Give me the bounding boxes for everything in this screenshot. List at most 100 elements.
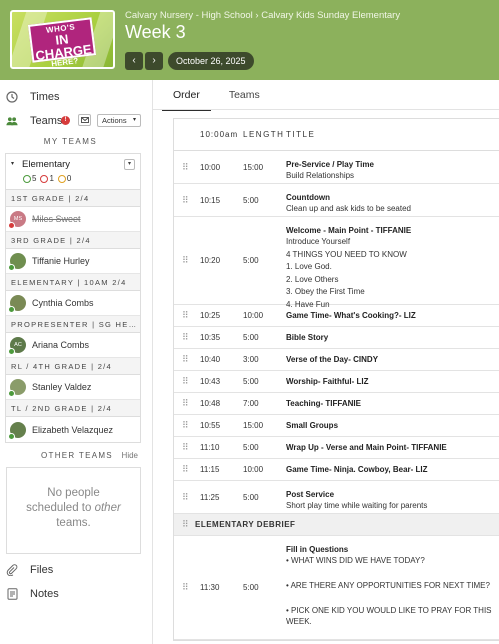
plan-item-row[interactable]: ⠿ 10:35 5:00 Bible Story xyxy=(174,327,499,349)
email-button[interactable] xyxy=(78,114,91,126)
plan-item-row[interactable]: ⠿ 10:15 5:00 Countdown Clean up and ask kids… xyxy=(174,184,499,217)
sidebar-item-files[interactable]: Files xyxy=(6,564,53,576)
main-panel: Order Teams 10:00am LENGTH TITLE ⠿ 10:00 1… xyxy=(152,80,499,644)
teams-label: Teams xyxy=(30,115,63,127)
item-title-cell[interactable]: Post Service Short play time while waitin… xyxy=(286,490,499,512)
drag-handle-icon[interactable]: ⠿ xyxy=(182,399,189,408)
item-description-line: 4 THINGS YOU NEED TO KNOW xyxy=(286,249,407,259)
plan-item-row[interactable]: ⠿ 11:15 10:00 Game Time- Ninja. Cowboy, Bea… xyxy=(174,459,499,481)
drag-handle-icon[interactable]: ⠿ xyxy=(182,311,189,320)
item-length[interactable]: 5:00 xyxy=(243,493,259,502)
drag-handle-icon[interactable]: ⠿ xyxy=(182,195,189,205)
drag-handle-icon[interactable]: ⠿ xyxy=(182,465,189,474)
hide-other-teams-link[interactable]: Hide xyxy=(122,451,138,460)
person-row[interactable]: Cynthia Combs xyxy=(6,291,140,316)
item-length[interactable]: 5:00 xyxy=(243,443,259,452)
drag-handle-icon[interactable]: ⠿ xyxy=(182,333,189,342)
item-title-cell[interactable]: Fill in Questions • WHAT WINS DID WE HAVE… xyxy=(286,545,499,627)
person-row[interactable]: Stanley Valdez xyxy=(6,375,140,400)
plan-item-row[interactable]: ⠿ 10:55 15:00 Small Groups xyxy=(174,415,499,437)
item-title-cell[interactable]: Pre-Service / Play Time Build Relationshi… xyxy=(286,160,499,182)
plan-item-row[interactable]: ⠿ 10:40 3:00 Verse of the Day- CINDY xyxy=(174,349,499,371)
item-title-cell[interactable]: Verse of the Day- CINDY xyxy=(286,355,499,364)
series-artwork[interactable]: WHO'S IN CHARGE HERE? xyxy=(10,10,115,69)
item-length[interactable]: 5:00 xyxy=(243,256,259,265)
item-title-cell[interactable]: Wrap Up - Verse and Main Point- TIFFANIE xyxy=(286,443,499,452)
item-title: Fill in Questions xyxy=(286,545,349,554)
confirmed-status-icon xyxy=(8,264,15,271)
caret-down-icon[interactable]: ▾ xyxy=(11,160,14,167)
item-time: 11:10 xyxy=(200,443,220,452)
item-length[interactable]: 5:00 xyxy=(243,377,259,386)
item-description-line: 1. Love God. xyxy=(286,262,332,271)
plan-item-row[interactable]: ⠿ 10:25 10:00 Game Time- What's Cooking?- L… xyxy=(174,305,499,327)
drag-handle-icon[interactable]: ⠿ xyxy=(182,492,189,502)
drag-handle-icon[interactable]: ⠿ xyxy=(182,443,189,452)
person-row[interactable]: MS Miles Sweet xyxy=(6,207,140,232)
person-name: Stanley Valdez xyxy=(32,382,92,392)
plan-item-row[interactable]: ⠿ 10:00 15:00 Pre-Service / Play Time Build … xyxy=(174,151,499,184)
item-title-cell[interactable]: Worship- Faithful- LIZ xyxy=(286,377,499,386)
item-description-line: • WHAT WINS DID WE HAVE TODAY? xyxy=(286,556,425,565)
item-title-cell[interactable]: Small Groups xyxy=(286,421,499,430)
drag-handle-icon[interactable]: ⠿ xyxy=(182,520,189,529)
sidebar-item-times[interactable]: Times xyxy=(6,91,60,103)
item-length[interactable]: 15:00 xyxy=(243,163,263,172)
item-title-cell[interactable]: Bible Story xyxy=(286,333,499,342)
item-length[interactable]: 7:00 xyxy=(243,399,259,408)
drag-handle-icon[interactable]: ⠿ xyxy=(182,583,189,592)
plan-item-row[interactable]: ⠿ 11:30 5:00 Fill in Questions • WHAT WINS D… xyxy=(174,536,499,640)
plan-date[interactable]: October 26, 2025 xyxy=(168,52,254,70)
sidebar-item-teams[interactable]: Teams xyxy=(6,115,62,127)
section-name: ELEMENTARY DEBRIEF xyxy=(195,520,296,529)
next-plan-button[interactable]: › xyxy=(145,52,163,70)
chevron-left-icon: ‹ xyxy=(132,55,136,66)
item-title-cell[interactable]: Game Time- Ninja. Cowboy, Bear- LIZ xyxy=(286,465,499,474)
tab-teams[interactable]: Teams xyxy=(229,89,260,111)
plan-item-row[interactable]: ⠿ 11:25 5:00 Post Service Short play time wh… xyxy=(174,481,499,514)
plan-item-row[interactable]: ⠿ 11:10 5:00 Wrap Up - Verse and Main Point… xyxy=(174,437,499,459)
item-length[interactable]: 5:00 xyxy=(243,583,259,592)
confirmed-status-icon xyxy=(8,348,15,355)
item-title-cell[interactable]: Countdown Clean up and ask kids to be sea… xyxy=(286,193,499,215)
person-row[interactable]: AC Ariana Combs xyxy=(6,333,140,358)
chevron-right-icon: › xyxy=(152,55,156,66)
item-title-cell[interactable]: Welcome - Main Point - TIFFANIE Introduce… xyxy=(286,226,499,310)
position-header: 1ST GRADE | 2/4 xyxy=(6,190,140,207)
plan-item-row[interactable]: ⠿ 10:48 7:00 Teaching- TIFFANIE xyxy=(174,393,499,415)
person-row[interactable]: Elizabeth Velazquez xyxy=(6,417,140,442)
drag-handle-icon[interactable]: ⠿ xyxy=(182,256,189,265)
tab-order[interactable]: Order xyxy=(162,89,211,111)
item-length[interactable]: 5:00 xyxy=(243,196,259,205)
item-length[interactable]: 15:00 xyxy=(243,421,263,430)
previous-plan-button[interactable]: ‹ xyxy=(125,52,143,70)
time-column-header[interactable]: 10:00am xyxy=(200,130,238,139)
avatar xyxy=(8,421,26,440)
item-title-cell[interactable]: Teaching- TIFFANIE xyxy=(286,399,499,408)
plan-item-row[interactable]: ⠿ 10:43 5:00 Worship- Faithful- LIZ xyxy=(174,371,499,393)
item-length[interactable]: 10:00 xyxy=(243,465,263,474)
team-header[interactable]: ▾ Elementary ▾ 5 1 0 xyxy=(6,154,140,190)
drag-handle-icon[interactable]: ⠿ xyxy=(182,377,189,386)
team-menu-button[interactable]: ▾ xyxy=(124,159,135,170)
actions-dropdown[interactable]: Actions ▾ xyxy=(97,114,141,127)
plan-item-row[interactable]: ⠿ 10:20 5:00 Welcome - Main Point - TIFFANI… xyxy=(174,217,499,309)
item-time: 10:48 xyxy=(200,399,221,408)
breadcrumb[interactable]: Calvary Nursery - High School › Calvary … xyxy=(125,10,400,21)
item-length[interactable]: 10:00 xyxy=(243,311,263,320)
section-header-row[interactable]: ⠿ ELEMENTARY DEBRIEF xyxy=(174,514,499,536)
order-table: 10:00am LENGTH TITLE ⠿ 10:00 15:00 Pre-Serv… xyxy=(173,118,499,641)
item-title-cell[interactable]: Game Time- What's Cooking?- LIZ xyxy=(286,311,499,320)
person-row[interactable]: Tiffanie Hurley xyxy=(6,249,140,274)
sidebar-item-notes[interactable]: Notes xyxy=(6,588,59,600)
empty-text-part: scheduled to xyxy=(26,502,92,514)
drag-handle-icon[interactable]: ⠿ xyxy=(182,421,189,430)
item-description-line xyxy=(286,569,499,580)
confirmed-status-icon xyxy=(8,306,15,313)
drag-handle-icon[interactable]: ⠿ xyxy=(182,162,189,172)
declined-status-icon xyxy=(8,222,15,229)
clock-icon xyxy=(6,91,18,103)
item-length[interactable]: 5:00 xyxy=(243,333,259,342)
item-length[interactable]: 3:00 xyxy=(243,355,259,364)
drag-handle-icon[interactable]: ⠿ xyxy=(182,355,189,364)
